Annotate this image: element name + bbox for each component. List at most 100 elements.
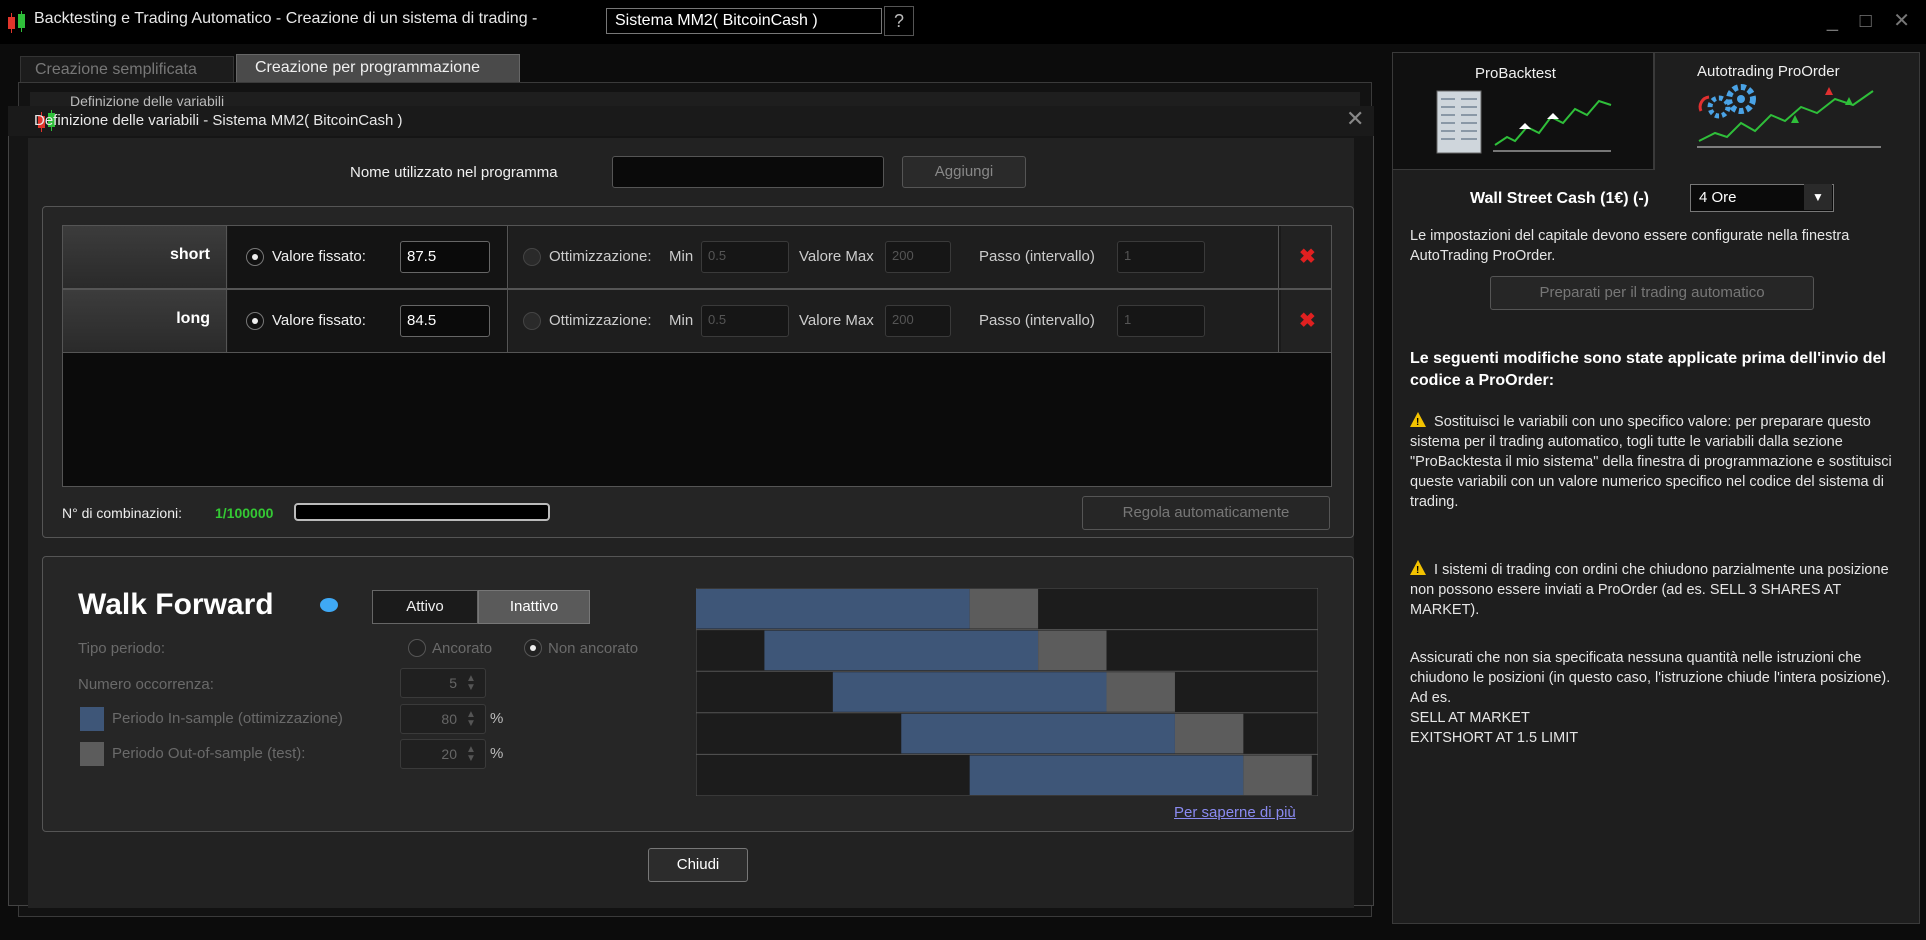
outsample-spinner-icon[interactable]: ▲ ▼ xyxy=(466,745,476,764)
optimization-cell: Ottimizzazione: Min 0.5 Valore Max 200 P… xyxy=(509,226,1279,288)
insample-spinner-icon[interactable]: ▲ ▼ xyxy=(466,710,476,729)
fixed-value-radio[interactable] xyxy=(246,248,264,266)
occurrences-spinner-icon[interactable]: ▲ ▼ xyxy=(466,674,476,693)
variable-name-input[interactable] xyxy=(612,156,884,188)
auto-adjust-button[interactable]: Regola automaticamente xyxy=(1082,496,1330,530)
outsample-segment xyxy=(969,589,1039,629)
min-input[interactable]: 0.5 xyxy=(701,241,789,273)
step-label: Passo (intervallo) xyxy=(979,248,1095,265)
window-title: Backtesting e Trading Automatico - Creaz… xyxy=(34,10,538,27)
outsample-segment xyxy=(1174,713,1244,754)
outsample-label: Periodo Out-of-sample (test): xyxy=(112,745,306,762)
insample-segment xyxy=(901,713,1175,754)
code-example: SELL AT MARKET xyxy=(1410,710,1530,726)
prepare-autotrading-button[interactable]: Preparati per il trading automatico xyxy=(1490,276,1814,310)
delete-variable-icon[interactable]: ✖ xyxy=(1299,308,1316,333)
fixed-value-cell: Valore fissato: 84.5 xyxy=(228,290,508,352)
help-icon[interactable]: ? xyxy=(884,6,914,36)
insample-segment xyxy=(832,672,1107,712)
max-label: Valore Max xyxy=(799,312,874,329)
walk-forward-title: Walk Forward xyxy=(78,588,274,621)
optimization-cell: Ottimizzazione: Min 0.5 Valore Max 200 P… xyxy=(509,290,1279,352)
variable-row: long Valore fissato: 84.5 Ottimizzazione… xyxy=(62,289,1332,353)
min-label: Min xyxy=(669,248,694,265)
info-bubble-icon[interactable] xyxy=(320,598,338,612)
fixed-value-label: Valore fissato: xyxy=(272,248,366,265)
variable-name: long xyxy=(63,290,227,352)
not-anchored-radio[interactable] xyxy=(524,639,542,657)
tab-simplified-creation[interactable]: Creazione semplificata xyxy=(20,56,234,84)
window-controls[interactable]: _ □ ✕ xyxy=(1827,8,1918,33)
min-input[interactable]: 0.5 xyxy=(701,305,789,337)
instrument-label: Wall Street Cash (1€) (-) xyxy=(1470,190,1649,207)
outsample-percent: % xyxy=(490,745,504,762)
fixed-value-input[interactable]: 84.5 xyxy=(400,305,490,337)
tab-probacktest-label: ProBacktest xyxy=(1475,65,1556,82)
occurrences-label: Numero occorrenza: xyxy=(78,676,214,693)
close-button[interactable]: Chiudi xyxy=(648,848,748,882)
fixed-value-input[interactable]: 87.5 xyxy=(400,241,490,273)
max-label: Valore Max xyxy=(799,248,874,265)
fixed-value-label: Valore fissato: xyxy=(272,312,366,329)
optimization-label: Ottimizzazione: xyxy=(549,248,652,265)
chevron-down-icon[interactable]: ▼ xyxy=(1804,184,1832,210)
tab-programming-creation[interactable]: Creazione per programmazione xyxy=(236,54,520,84)
max-input[interactable]: 200 xyxy=(885,241,951,273)
step-input[interactable]: 1 xyxy=(1117,305,1205,337)
max-input[interactable]: 200 xyxy=(885,305,951,337)
capital-note: Le impostazioni del capitale devono esse… xyxy=(1410,228,1850,264)
dialog-close-button[interactable]: ✕ xyxy=(1346,106,1364,132)
autotrading-gears-icon xyxy=(1697,84,1881,148)
variable-name-label: Nome utilizzato nel programma xyxy=(350,164,558,181)
step-input[interactable]: 1 xyxy=(1117,241,1205,273)
tab-autotrading-proorder[interactable]: Autotrading ProOrder xyxy=(1654,52,1920,170)
backtest-chart-icon xyxy=(1436,90,1612,154)
insample-segment xyxy=(696,589,970,629)
warning-icon xyxy=(1410,412,1426,433)
insample-swatch xyxy=(80,707,104,731)
changes-heading: Le seguenti modifiche sono state applica… xyxy=(1410,350,1886,389)
warning-paragraph: I sistemi di trading con ordini che chiu… xyxy=(1410,560,1900,620)
variable-name: short xyxy=(63,226,227,288)
optimization-label: Ottimizzazione: xyxy=(549,312,652,329)
not-anchored-label: Non ancorato xyxy=(548,640,639,657)
warning-text: I sistemi di trading con ordini che chiu… xyxy=(1410,562,1889,618)
system-selector[interactable]: Sistema MM2( BitcoinCash ) xyxy=(606,8,882,34)
insample-segment xyxy=(969,755,1244,795)
optimization-radio[interactable] xyxy=(523,312,541,330)
walk-forward-inactive-toggle[interactable]: Inattivo xyxy=(478,590,590,624)
walk-forward-diagram xyxy=(696,588,1318,796)
code-example: EXITSHORT AT 1.5 LIMIT xyxy=(1410,730,1579,746)
period-type-label: Tipo periodo: xyxy=(78,640,165,657)
combinations-value: 1/100000 xyxy=(215,505,274,521)
insample-percent: % xyxy=(490,710,504,727)
optimization-radio[interactable] xyxy=(523,248,541,266)
tab-autotrading-label: Autotrading ProOrder xyxy=(1697,63,1840,80)
combinations-progress-bar xyxy=(294,503,550,521)
dialog-title: Definizione delle variabili - Sistema MM… xyxy=(34,112,403,129)
walk-forward-active-toggle[interactable]: Attivo xyxy=(372,590,478,624)
learn-more-link[interactable]: Per saperne di più xyxy=(1174,804,1296,821)
anchored-label: Ancorato xyxy=(432,640,493,657)
outsample-swatch xyxy=(80,742,104,766)
outsample-segment xyxy=(1038,630,1107,671)
fixed-value-radio[interactable] xyxy=(246,312,264,330)
outsample-segment xyxy=(1243,755,1312,795)
info-text: Assicurati che non sia specificata nessu… xyxy=(1410,650,1891,706)
combinations-label: N° di combinazioni: xyxy=(62,505,182,521)
add-variable-button[interactable]: Aggiungi xyxy=(902,156,1026,188)
insample-segment xyxy=(764,630,1039,671)
variable-row: short Valore fissato: 87.5 Ottimizzazion… xyxy=(62,225,1332,289)
warning-icon xyxy=(1410,560,1426,581)
delete-cell: ✖ xyxy=(1281,226,1331,288)
app-logo-icon xyxy=(6,11,28,33)
fixed-value-cell: Valore fissato: 87.5 xyxy=(228,226,508,288)
warning-text: Sostituisci le variabili con uno specifi… xyxy=(1410,414,1892,510)
min-label: Min xyxy=(669,312,694,329)
delete-variable-icon[interactable]: ✖ xyxy=(1299,244,1316,269)
step-label: Passo (intervallo) xyxy=(979,312,1095,329)
info-paragraph: Assicurati che non sia specificata nessu… xyxy=(1410,648,1900,748)
tab-probacktest[interactable]: ProBacktest xyxy=(1392,52,1654,170)
anchored-radio[interactable] xyxy=(408,639,426,657)
warning-paragraph: Sostituisci le variabili con uno specifi… xyxy=(1410,412,1900,512)
